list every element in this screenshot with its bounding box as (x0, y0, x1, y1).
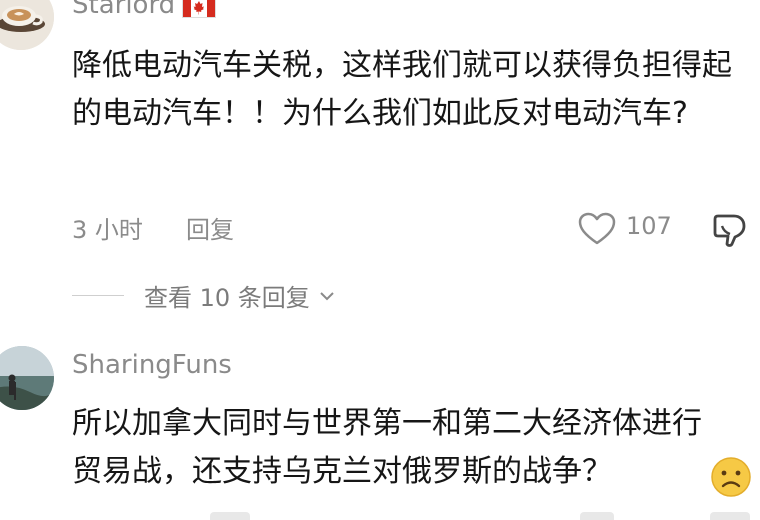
reply-button[interactable]: 回复 (186, 210, 234, 245)
view-replies-button[interactable]: 查看 10 条回复 (144, 278, 336, 313)
username[interactable]: SharingFuns (72, 350, 232, 380)
avatar[interactable] (0, 346, 54, 410)
comment-text: 降低电动汽车关税，这样我们就可以获得负担得起的电动汽车！！为什么我们如此反对电动… (72, 48, 732, 131)
frowning-face-icon (711, 457, 751, 497)
landscape-person-icon (0, 346, 54, 410)
comment-timestamp: 3 小时 (72, 216, 143, 244)
avatar[interactable] (0, 0, 54, 50)
canada-flag-icon (182, 0, 216, 18)
divider (72, 295, 124, 296)
coffee-cup-icon (0, 0, 54, 50)
chevron-down-icon (320, 291, 334, 300)
view-replies-label: 查看 10 条回复 (144, 284, 310, 312)
like-count: 107 (626, 212, 672, 240)
heart-icon[interactable] (578, 212, 616, 246)
username[interactable]: Starlord (72, 0, 175, 20)
dislike-icon[interactable] (710, 210, 750, 250)
comment-text: 所以加拿大同时与世界第一和第二大经济体进行贸易战，还支持乌克兰对俄罗斯的战争？ (72, 406, 702, 489)
